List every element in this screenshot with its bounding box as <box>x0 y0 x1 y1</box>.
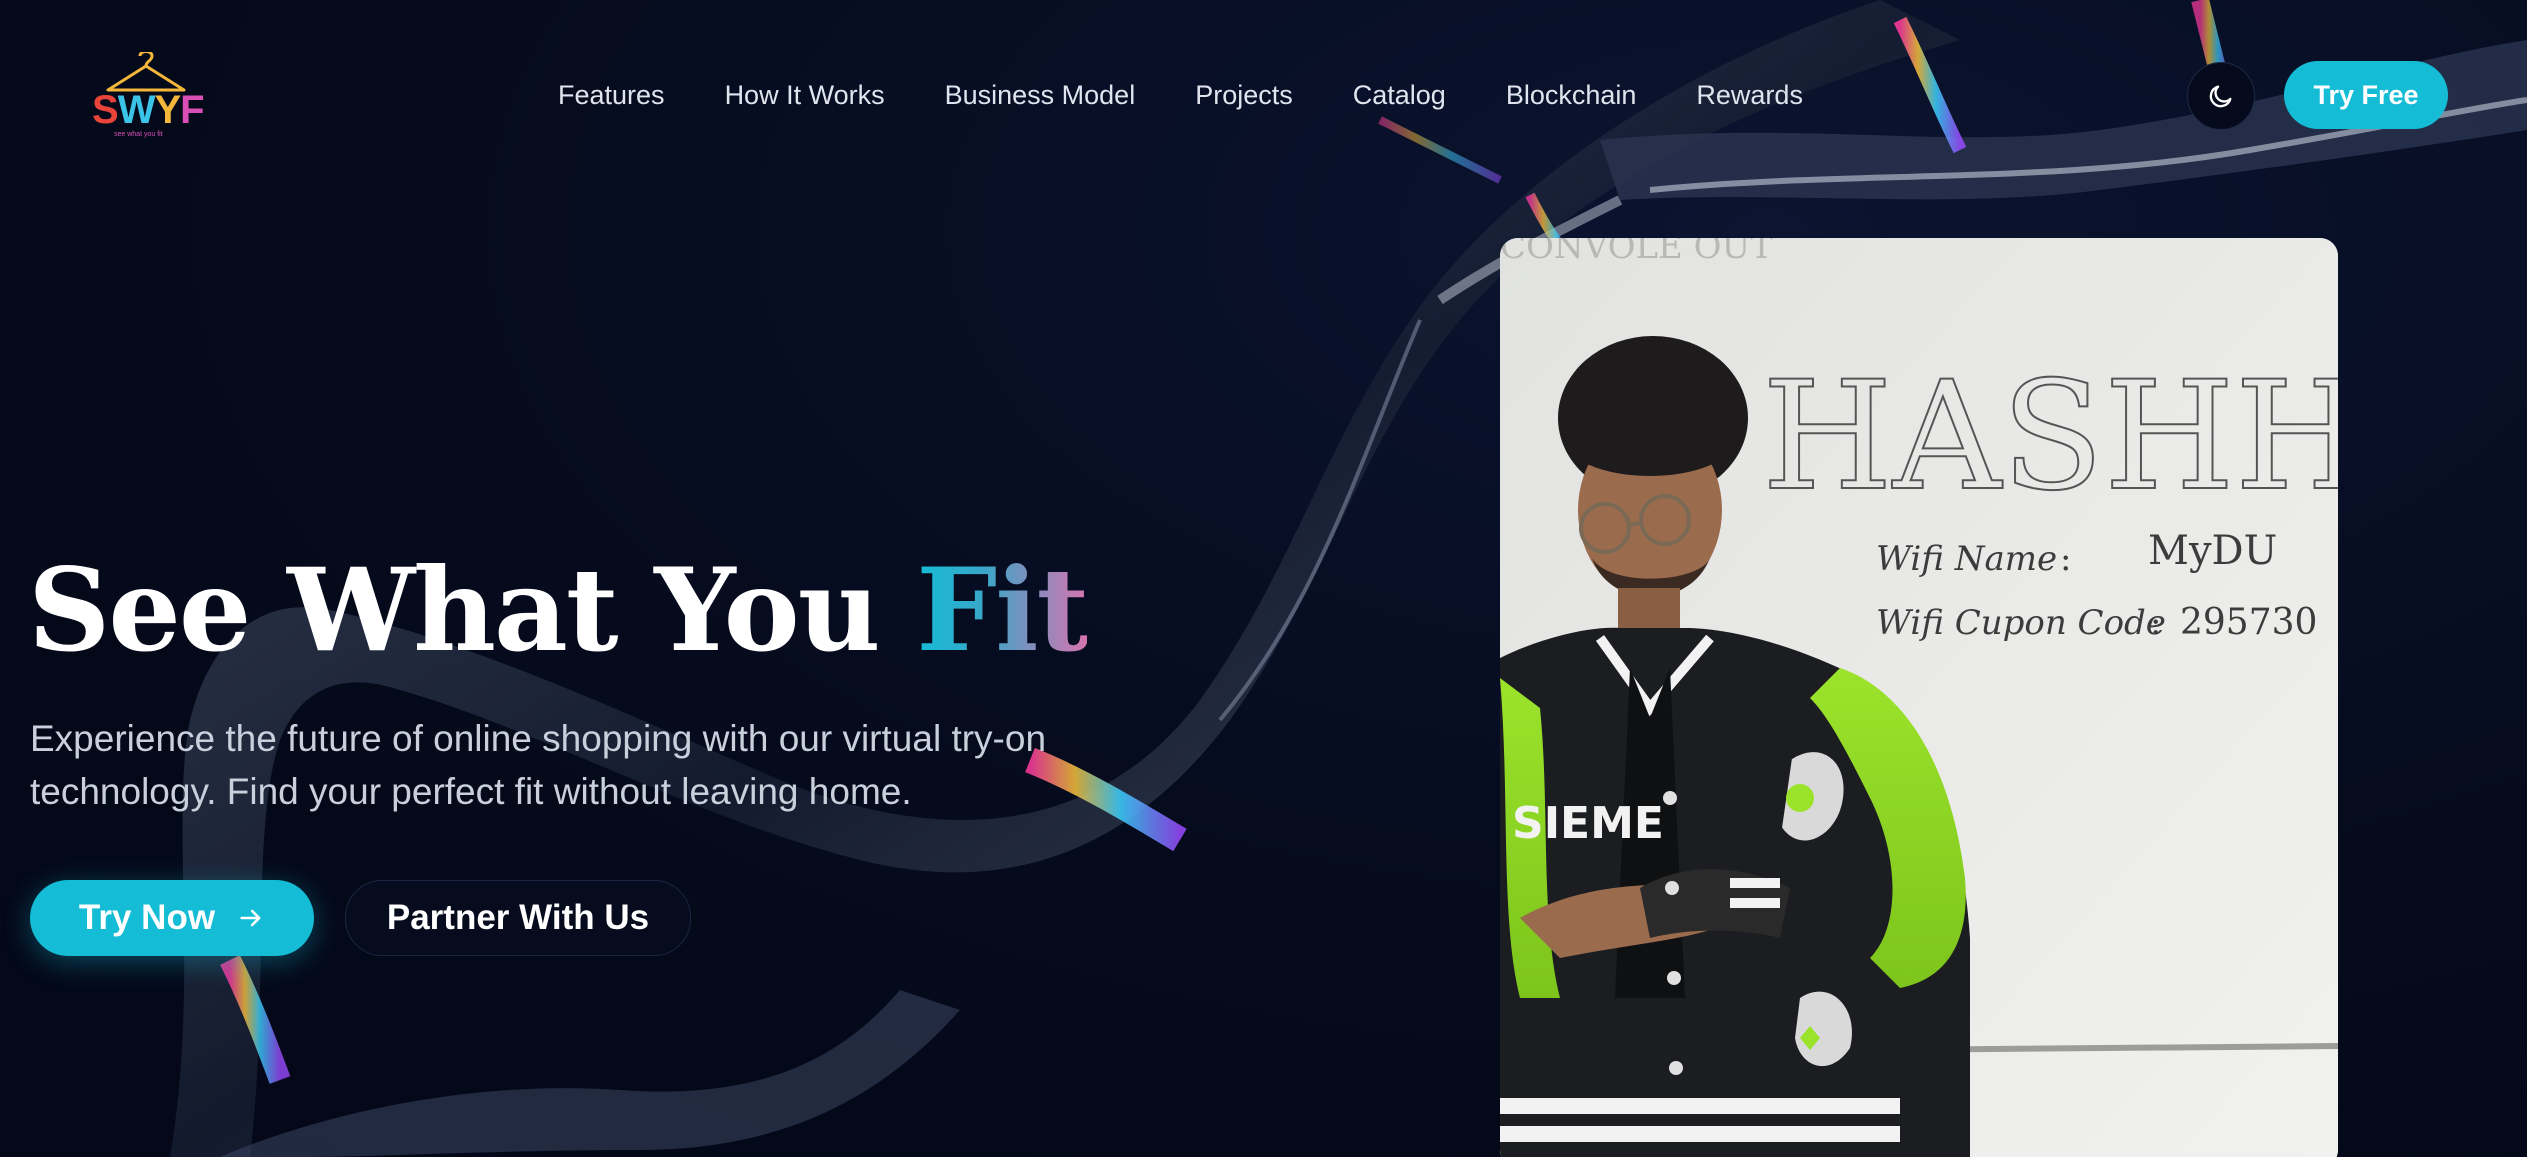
svg-text::: : <box>2150 603 2161 643</box>
try-now-label: Try Now <box>78 898 216 937</box>
arrow-right-icon <box>240 909 261 927</box>
hero-title-main: See What You <box>28 543 917 677</box>
board-line1-value: MyDU <box>2148 528 2277 574</box>
board-line2-value: 295730 <box>2180 602 2317 643</box>
jacket-print-text: SIEME <box>1512 798 1664 849</box>
nav-link-business-model[interactable]: Business Model <box>945 80 1136 111</box>
try-now-button[interactable]: Try Now <box>30 880 314 956</box>
moon-icon <box>2209 85 2232 108</box>
landing-page: SWYF see what you fit Features How It Wo… <box>0 0 2527 1157</box>
nav-link-blockchain[interactable]: Blockchain <box>1506 80 1637 111</box>
virtual-try-on-image: CONVOLE OUT HASHHACK Wifi Name : MyDU Wi… <box>1500 238 2338 1157</box>
brand-logo[interactable]: SWYF see what you fit <box>88 52 208 142</box>
demo-photo: CONVOLE OUT HASHHACK Wifi Name : MyDU Wi… <box>1500 238 2338 1157</box>
partner-with-us-button[interactable]: Partner With Us <box>345 880 691 956</box>
nav-link-catalog[interactable]: Catalog <box>1353 80 1446 111</box>
svg-text::: : <box>2060 539 2071 579</box>
logo-tagline: see what you fit <box>114 131 163 138</box>
board-line1-label: Wifi Name <box>1876 539 2057 579</box>
board-heading: HASHHACK <box>1762 350 2338 524</box>
theme-toggle-button[interactable] <box>2187 62 2255 130</box>
hero-title: See What You Fit <box>28 547 1089 673</box>
nav-link-how-it-works[interactable]: How It Works <box>725 80 885 111</box>
try-free-button[interactable]: Try Free <box>2284 61 2448 129</box>
nav-link-projects[interactable]: Projects <box>1195 80 1293 111</box>
board-line2-label: Wifi Cupon Code <box>1876 603 2166 643</box>
nav-link-rewards[interactable]: Rewards <box>1696 80 1803 111</box>
hero-subtitle: Experience the future of online shopping… <box>30 718 1047 812</box>
logo-wordmark: SWYF <box>92 88 205 132</box>
board-top-text: CONVOLE OUT <box>1500 238 1773 267</box>
main-nav: Features How It Works Business Model Pro… <box>558 76 1863 114</box>
hero-title-accent: Fit <box>916 543 1089 677</box>
nav-link-features[interactable]: Features <box>558 80 665 111</box>
